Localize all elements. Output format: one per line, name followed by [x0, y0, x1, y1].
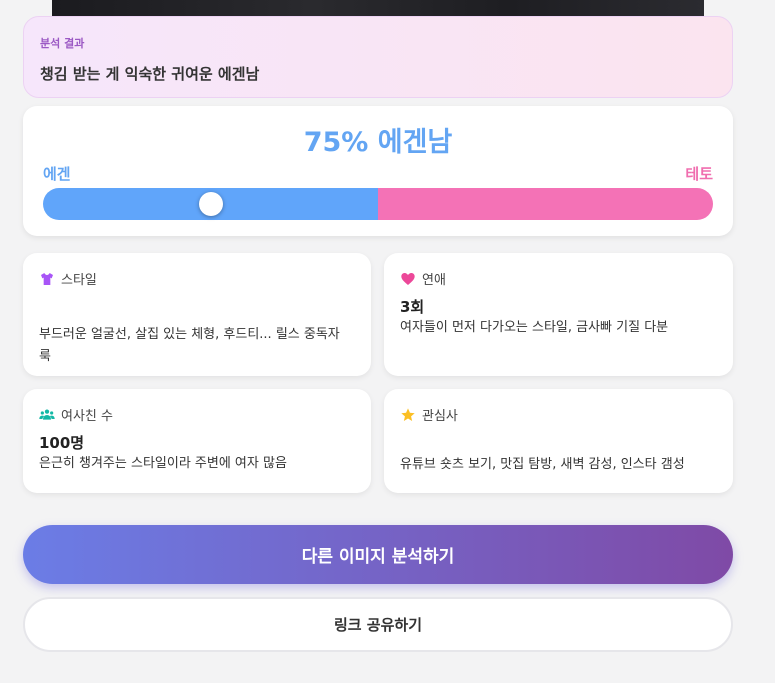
- ratio-slider-knob: [198, 192, 223, 216]
- users-icon: [39, 409, 55, 420]
- interests-card: 관심사 유튜브 숏츠 보기, 맛집 탐방, 새벽 감성, 인스타 갬성: [384, 389, 733, 493]
- result-label: 분석 결과: [40, 37, 85, 50]
- female-friends-card: 여사친 수 100명 은근히 챙겨주는 스타일이라 주변에 여자 많음: [23, 389, 371, 493]
- teto-bar-segment: [378, 188, 713, 220]
- egen-label: 에겐: [43, 165, 71, 183]
- style-card: 스타일 부드러운 얼굴선, 살집 있는 체형, 후드티... 릴스 중독자 룩: [23, 253, 371, 376]
- female-friends-value: 100명: [39, 434, 85, 452]
- interests-desc: 유튜브 숏츠 보기, 맛집 탐방, 새벽 감성, 인스타 갬성: [400, 457, 685, 472]
- interests-value: [400, 432, 717, 454]
- result-text: 챙김 받는 게 익숙한 귀여운 에겐남: [40, 65, 260, 83]
- style-desc: 부드러운 얼굴선, 살집 있는 체형, 후드티... 릴스 중독자 룩: [39, 327, 340, 364]
- dating-value: 3회: [400, 298, 425, 316]
- shirt-icon: [41, 272, 53, 285]
- dating-desc: 여자들이 먼저 다가오는 스타일, 금사빠 기질 다분: [400, 320, 669, 335]
- ratio-card: 75% 에겐남 에겐 테토: [23, 106, 733, 236]
- heart-icon: [401, 272, 415, 285]
- female-friends-title: 여사친 수: [61, 409, 113, 424]
- style-title: 스타일: [61, 273, 97, 288]
- dating-title: 연애: [422, 273, 446, 288]
- analyze-another-image-button[interactable]: 다른 이미지 분석하기: [23, 525, 733, 584]
- teto-label: 테토: [685, 165, 713, 183]
- dating-card: 연애 3회 여자들이 먼저 다가오는 스타일, 금사빠 기질 다분: [384, 253, 733, 376]
- ratio-bar: [43, 188, 713, 220]
- share-link-button[interactable]: 링크 공유하기: [23, 597, 733, 652]
- female-friends-desc: 은근히 챙겨주는 스타일이라 주변에 여자 많음: [39, 456, 287, 471]
- style-value: [39, 296, 355, 318]
- analysis-result-card: 분석 결과 챙김 받는 게 익숙한 귀여운 에겐남: [23, 16, 733, 98]
- ratio-title: 75% 에겐남: [303, 127, 453, 158]
- interests-title: 관심사: [422, 409, 458, 424]
- star-icon: [401, 407, 415, 421]
